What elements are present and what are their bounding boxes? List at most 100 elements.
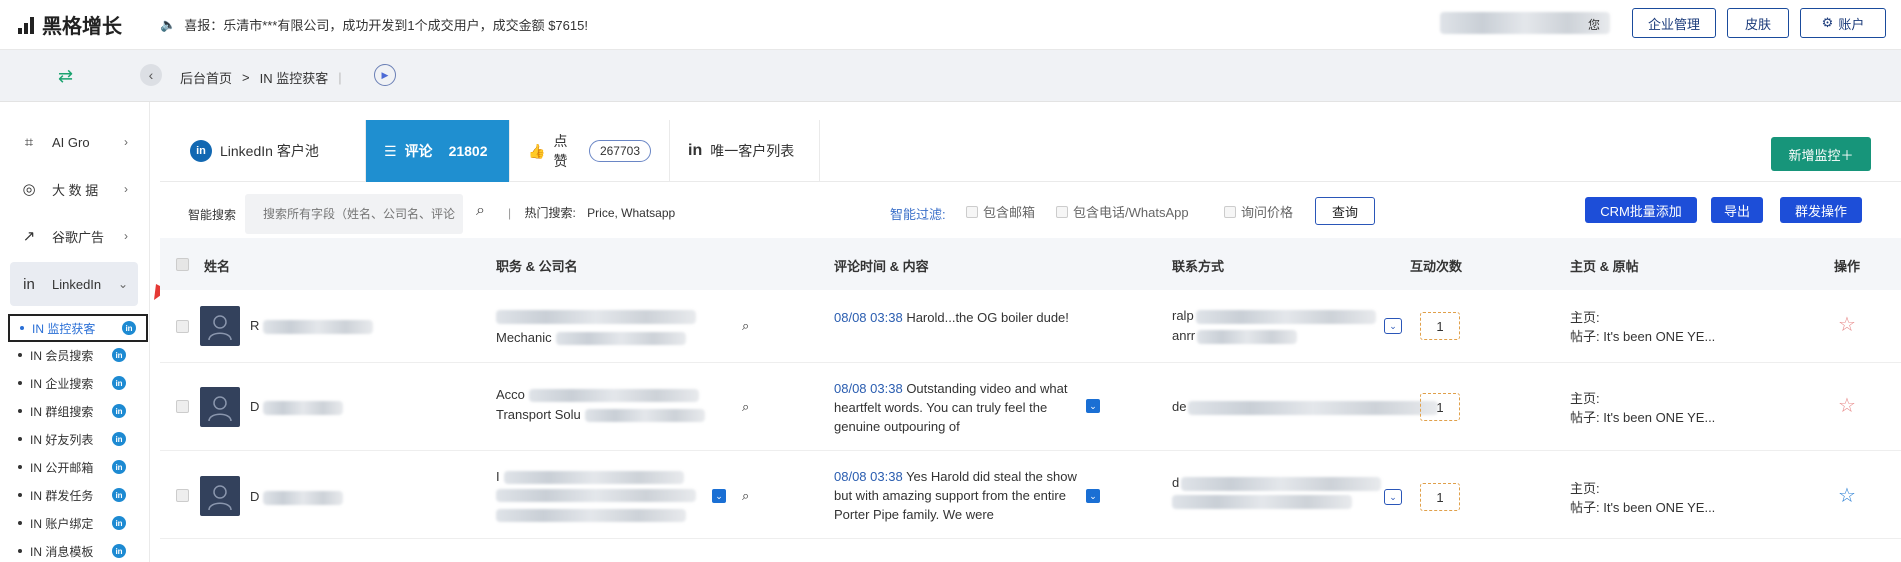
account-button[interactable]: ⚙ 账户 (1800, 8, 1886, 38)
breadcrumb-divider: | (338, 70, 342, 85)
post-link[interactable]: 帖子: It's been ONE YE... (1570, 408, 1730, 427)
sidebar-item-linkedin[interactable]: in LinkedIn ⌄ (10, 262, 138, 306)
row-checkbox[interactable] (176, 320, 189, 333)
sidebar-item-big-data[interactable]: ◎ 大 数 据 › (10, 169, 138, 209)
star-icon[interactable]: ☆ (1838, 393, 1856, 418)
brand-logo[interactable]: 黑格增长 (18, 10, 122, 39)
contact-text: de (1172, 399, 1187, 414)
bullet-icon (20, 326, 24, 330)
tab-likes[interactable]: 👍 点赞 267703 (510, 120, 670, 182)
sidebar-sub-company-search[interactable]: IN 企业搜索 in (18, 372, 136, 394)
row-comment: 08/08 03:38 Harold...the OG boiler dude! (834, 308, 1084, 327)
sidebar-item-ai-gro[interactable]: ⌗ AI Gro › (10, 122, 138, 162)
new-monitor-button[interactable]: 新增监控＋ (1771, 137, 1871, 171)
tab-comments[interactable]: ☰ 评论 21802 (366, 120, 510, 182)
filter-has-phone[interactable]: 包含电话/WhatsApp (1056, 202, 1189, 221)
search-icon[interactable]: ⌕ (742, 399, 749, 415)
row-job: Mechanic (496, 330, 686, 346)
avatar[interactable] (200, 387, 240, 427)
linkedin-icon: in (112, 488, 126, 502)
checkbox[interactable] (1056, 205, 1068, 218)
expand-icon[interactable]: ⌄ (1086, 399, 1100, 413)
row-job-pre: Acco (496, 387, 699, 403)
chevron-down-icon[interactable]: ⌄ (1384, 489, 1402, 505)
filter-has-email[interactable]: 包含邮箱 (966, 202, 1035, 221)
post-link[interactable]: 帖子: It's been ONE YE... (1570, 327, 1730, 346)
play-icon[interactable]: ▶ (374, 64, 396, 86)
row-name[interactable]: D (250, 489, 344, 505)
mass-send-button[interactable]: 群发操作 (1780, 197, 1862, 223)
search-input[interactable] (245, 194, 463, 234)
job-redacted (496, 310, 696, 324)
contact-text: ralp (1172, 308, 1194, 323)
row-checkbox[interactable] (176, 489, 189, 502)
table-row: R Mechanic ⌕ 08/08 03:38 Harold...the OG… (160, 290, 1901, 363)
back-icon[interactable]: ‹ (140, 64, 162, 86)
sidebar-sub-monitor[interactable]: IN 监控获客 in (8, 314, 148, 342)
search-icon[interactable]: ⌕ (476, 202, 485, 220)
sidebar-sub-group-search[interactable]: IN 群组搜索 in (18, 400, 136, 422)
col-job: 职务 & 公司名 (496, 259, 578, 274)
job-text: Mechanic (496, 330, 552, 345)
query-button[interactable]: 查询 (1315, 197, 1375, 225)
star-icon[interactable]: ☆ (1838, 312, 1856, 337)
sidebar-item-google-ads[interactable]: ↗ 谷歌广告 › (10, 216, 138, 256)
sub-label: IN 公开邮箱 (30, 460, 94, 475)
search-icon[interactable]: ⌕ (742, 318, 749, 334)
star-icon[interactable]: ☆ (1838, 483, 1856, 508)
sidebar-sub-public-email[interactable]: IN 公开邮箱 in (18, 456, 136, 478)
sidebar-sub-friends[interactable]: IN 好友列表 in (18, 428, 136, 450)
breadcrumb-home[interactable]: 后台首页 (180, 68, 232, 87)
checkbox[interactable] (1224, 205, 1236, 218)
sidebar: ⌗ AI Gro › ◎ 大 数 据 › ↗ 谷歌广告 › in LinkedI… (0, 102, 150, 562)
home-link[interactable]: 主页: (1570, 479, 1730, 498)
linkedin-icon: in (112, 348, 126, 362)
tab-unique-customers[interactable]: in 唯一客户列表 (670, 120, 820, 182)
avatar[interactable] (200, 306, 240, 346)
row-name[interactable]: R (250, 318, 374, 334)
smart-filter-label: 智能过滤: (890, 207, 946, 222)
company-redacted (555, 332, 686, 346)
crm-bulk-add-button[interactable]: CRM批量添加 (1585, 197, 1697, 223)
expand-icon[interactable]: ⌄ (712, 489, 726, 503)
enterprise-manage-button[interactable]: 企业管理 (1632, 8, 1716, 38)
post-link[interactable]: 帖子: It's been ONE YE... (1570, 498, 1730, 517)
sidebar-sub-member-search[interactable]: IN 会员搜索 in (18, 344, 136, 366)
expand-icon[interactable]: ⌄ (1086, 489, 1100, 503)
breadcrumb: 后台首页 > IN 监控获客 | (180, 68, 342, 87)
sidebar-sub-message-template[interactable]: IN 消息模板 in (18, 540, 136, 562)
sidebar-sub-mass-task[interactable]: IN 群发任务 in (18, 484, 136, 506)
chevron-down-icon[interactable]: ⌄ (1384, 318, 1402, 334)
tab-customer-pool[interactable]: in LinkedIn 客户池 (174, 120, 366, 182)
interaction-count: 1 (1420, 312, 1460, 340)
contact-redacted (1172, 495, 1352, 509)
sidebar-sub-account-bind[interactable]: IN 账户绑定 in (18, 512, 136, 534)
bullet-icon (18, 549, 22, 553)
filter-asks-price[interactable]: 询问价格 (1224, 202, 1293, 221)
sub-label: IN 消息模板 (30, 544, 94, 559)
row-checkbox[interactable] (176, 400, 189, 413)
chevron-right-icon: › (124, 229, 128, 243)
row-home-post: 主页: 帖子: It's been ONE YE... (1570, 479, 1730, 517)
home-link[interactable]: 主页: (1570, 389, 1730, 408)
chevron-right-icon: › (124, 182, 128, 196)
checkbox[interactable] (966, 205, 978, 218)
col-home-post: 主页 & 原帖 (1570, 259, 1639, 274)
select-all-checkbox[interactable] (176, 258, 189, 271)
sub-label: IN 会员搜索 (30, 348, 94, 363)
person-icon (208, 396, 232, 422)
avatar[interactable] (200, 476, 240, 516)
notice-text: 喜报：乐清市***有限公司，成功开发到1个成交用户，成交金额 $7615! (184, 18, 588, 33)
hot-terms[interactable]: Price, Whatsapp (587, 206, 675, 220)
contact-redacted (1195, 309, 1376, 324)
refresh-icon[interactable]: ⇄ (58, 66, 73, 87)
sub-label: IN 监控获客 (32, 321, 96, 336)
row-name[interactable]: D (250, 399, 344, 415)
sidebar-item-label: AI Gro (52, 134, 90, 150)
sidebar-item-label: 谷歌广告 (52, 229, 105, 245)
search-label: 智能搜索 (188, 208, 237, 222)
skin-button[interactable]: 皮肤 (1727, 8, 1789, 38)
export-button[interactable]: 导出 (1711, 197, 1763, 223)
home-link[interactable]: 主页: (1570, 308, 1730, 327)
search-icon[interactable]: ⌕ (742, 488, 749, 504)
